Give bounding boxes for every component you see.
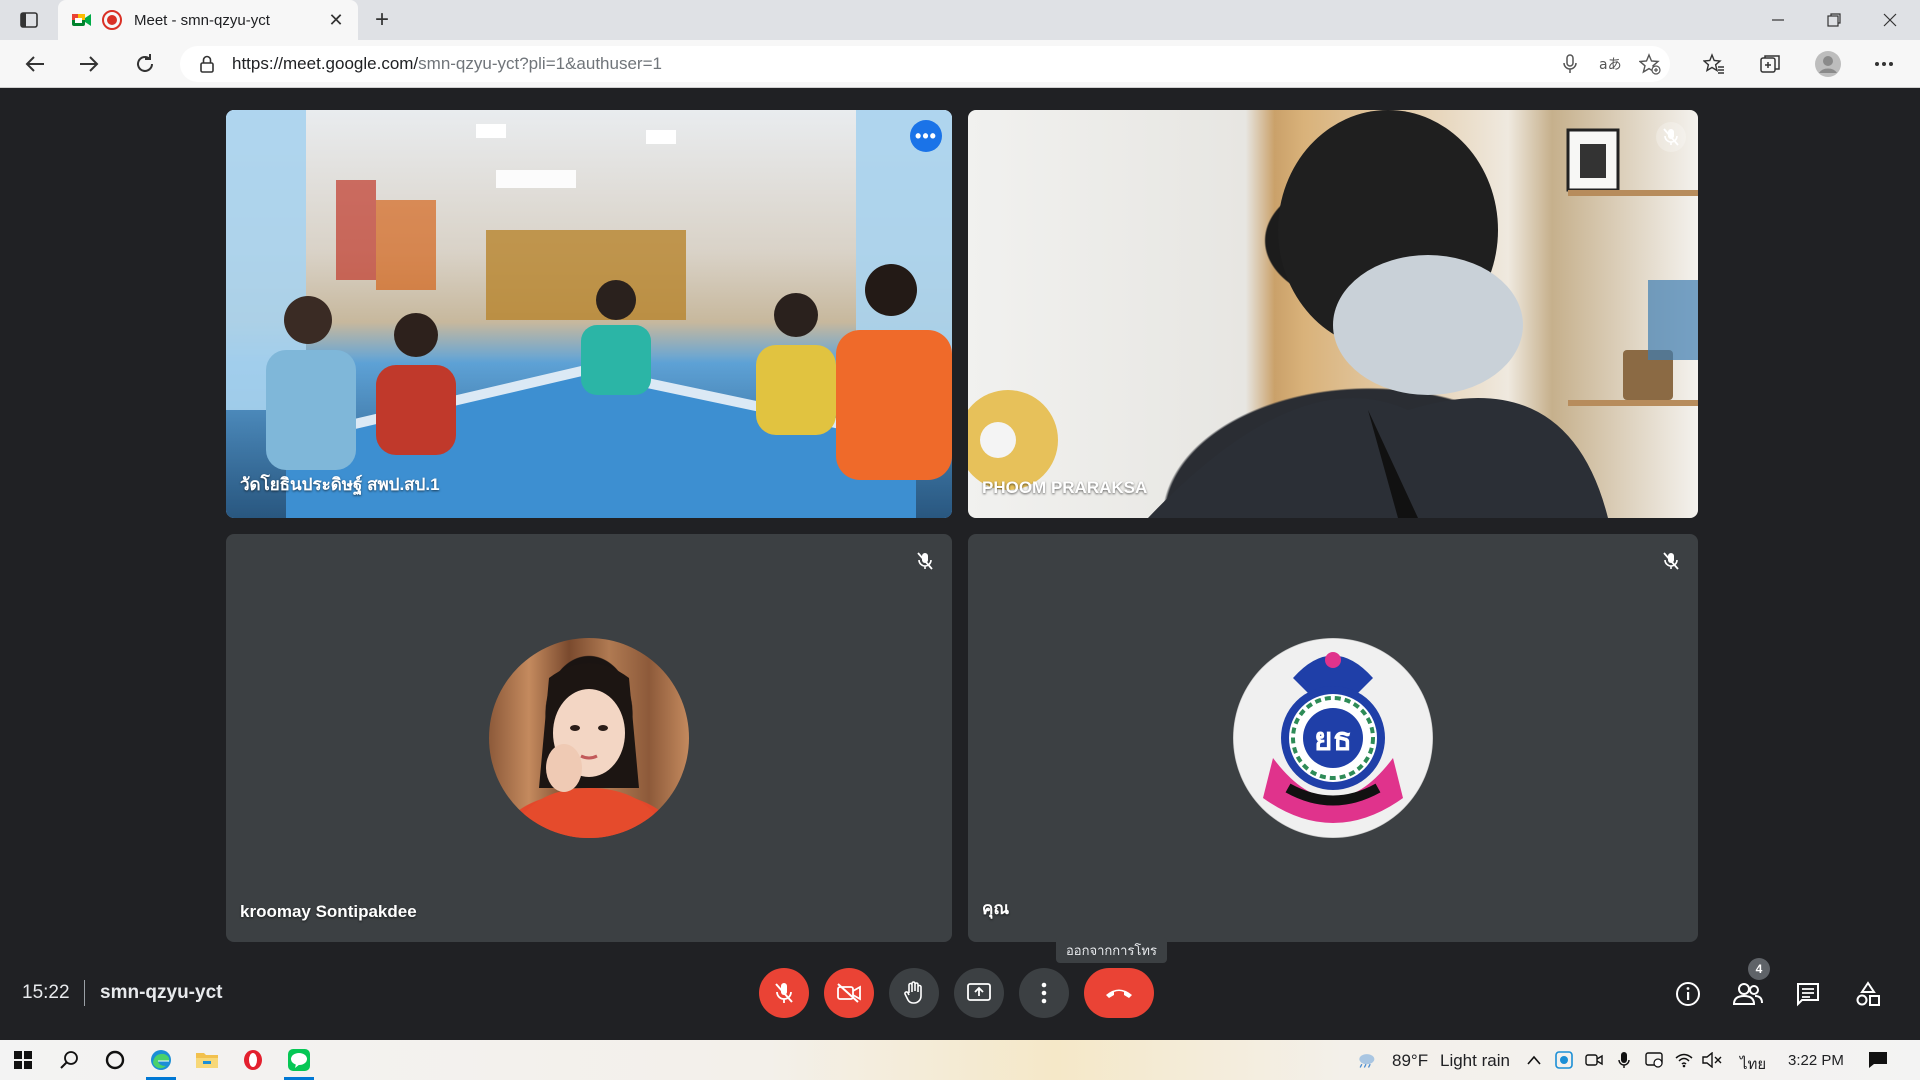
muted-mic-icon — [910, 546, 940, 576]
participant-tile-3[interactable]: kroomay Sontipakdee — [226, 534, 952, 942]
microphone-tray-icon[interactable] — [1614, 1050, 1634, 1070]
meeting-code: smn-qzyu-yct — [100, 982, 223, 1003]
url-text[interactable]: https://meet.google.com/smn-qzyu-yct?pli… — [232, 54, 1550, 74]
refresh-icon[interactable] — [128, 48, 162, 80]
profile-avatar-icon[interactable] — [1808, 48, 1848, 80]
cortana-icon[interactable] — [92, 1040, 138, 1080]
leave-call-button[interactable] — [1084, 968, 1154, 1018]
minimize-icon[interactable] — [1750, 0, 1806, 40]
school-logo-avatar: ยธ — [1233, 638, 1433, 838]
tab-actions-icon[interactable] — [14, 8, 44, 32]
present-screen-button[interactable] — [954, 968, 1004, 1018]
system-clock[interactable]: 3:22 PM — [1788, 1052, 1844, 1069]
participant-tile-2[interactable]: PHOOM PRARAKSA — [968, 110, 1698, 518]
leave-call-tooltip: ออกจากการโทร — [1056, 937, 1167, 963]
video-feed-participant — [968, 110, 1698, 518]
favorites-icon[interactable] — [1694, 48, 1734, 80]
notifications-icon[interactable] — [1868, 1050, 1888, 1070]
volume-muted-icon[interactable] — [1702, 1050, 1722, 1070]
tile-options-icon[interactable]: ••• — [910, 120, 942, 152]
meet-now-icon[interactable] — [1584, 1050, 1604, 1070]
weather-icon[interactable] — [1356, 1050, 1376, 1070]
muted-mic-icon — [1656, 122, 1686, 152]
forward-arrow-icon[interactable] — [72, 48, 106, 80]
edge-browser-icon[interactable] — [138, 1040, 184, 1080]
restore-icon[interactable] — [1806, 0, 1862, 40]
toggle-microphone-button[interactable] — [759, 968, 809, 1018]
meeting-details-icon[interactable] — [1666, 972, 1710, 1016]
wifi-icon[interactable] — [1674, 1050, 1694, 1070]
participant-name: คุณ — [982, 899, 1010, 918]
activities-icon[interactable] — [1846, 972, 1890, 1016]
toggle-camera-button[interactable] — [824, 968, 874, 1018]
muted-mic-icon — [1656, 546, 1686, 576]
input-language[interactable]: ไทย — [1740, 1052, 1766, 1076]
tab-title: Meet - smn-qzyu-yct — [134, 11, 270, 29]
file-explorer-icon[interactable] — [184, 1040, 230, 1080]
collections-icon[interactable] — [1750, 48, 1790, 80]
participant-tile-1[interactable]: ••• วัดโยธินประดิษฐ์ สพป.สป.1 — [226, 110, 952, 518]
participant-tile-4[interactable]: ยธ คุณ — [968, 534, 1698, 942]
meeting-time: 15:22 — [22, 982, 70, 1003]
tray-app-icon[interactable] — [1554, 1050, 1574, 1070]
network-status-icon[interactable] — [1644, 1050, 1664, 1070]
video-feed-classroom — [226, 110, 952, 518]
chat-icon[interactable] — [1786, 972, 1830, 1016]
close-window-icon[interactable] — [1862, 0, 1918, 40]
add-favorite-icon[interactable] — [1630, 46, 1670, 82]
participant-name: PHOOM PRARAKSA — [982, 478, 1148, 497]
opera-icon[interactable] — [230, 1040, 276, 1080]
search-icon[interactable] — [46, 1040, 92, 1080]
tab-close-icon[interactable]: ✕ — [322, 6, 350, 34]
meet-stage: ••• วัดโยธินประดิษฐ์ สพป.สป.1 PHOOM PRAR… — [0, 88, 1920, 1040]
svg-text:ยธ: ยธ — [1314, 720, 1352, 758]
participant-avatar — [489, 638, 689, 838]
participant-name: kroomay Sontipakdee — [240, 902, 417, 921]
address-bar[interactable]: https://meet.google.com/smn-qzyu-yct?pli… — [180, 46, 1670, 82]
participant-name: วัดโยธินประดิษฐ์ สพป.สป.1 — [240, 475, 440, 494]
divider — [84, 980, 85, 1006]
browser-toolbar: https://meet.google.com/smn-qzyu-yct?pli… — [0, 40, 1920, 88]
more-options-icon[interactable] — [1019, 968, 1069, 1018]
google-meet-icon — [72, 12, 92, 28]
windows-taskbar: 89°F Light rain ไทย 3:22 PM — [0, 1040, 1920, 1080]
people-count-badge: 4 — [1748, 958, 1770, 980]
raise-hand-button[interactable] — [889, 968, 939, 1018]
svg-text:aあ: aあ — [1599, 57, 1621, 73]
new-tab-button[interactable]: + — [368, 6, 396, 34]
windows-start-icon[interactable] — [0, 1040, 46, 1080]
line-app-icon[interactable] — [276, 1040, 322, 1080]
url-path: smn-qzyu-yct?pli=1&authuser=1 — [418, 54, 662, 73]
browser-tab-meet[interactable]: Meet - smn-qzyu-yct ✕ — [58, 0, 358, 40]
weather-temperature: 89°F — [1392, 1051, 1429, 1070]
back-arrow-icon[interactable] — [18, 48, 52, 80]
browser-tab-bar: Meet - smn-qzyu-yct ✕ + — [0, 0, 1920, 40]
microphone-icon[interactable] — [1550, 46, 1590, 82]
recording-indicator-icon — [102, 10, 122, 30]
chevron-up-icon[interactable] — [1524, 1050, 1544, 1070]
settings-more-icon[interactable] — [1864, 48, 1904, 80]
read-aloud-icon[interactable]: aあ — [1590, 46, 1630, 82]
weather-description: Light rain — [1440, 1051, 1510, 1070]
url-host: https://meet.google.com/ — [232, 54, 419, 73]
lock-icon[interactable] — [196, 53, 218, 75]
